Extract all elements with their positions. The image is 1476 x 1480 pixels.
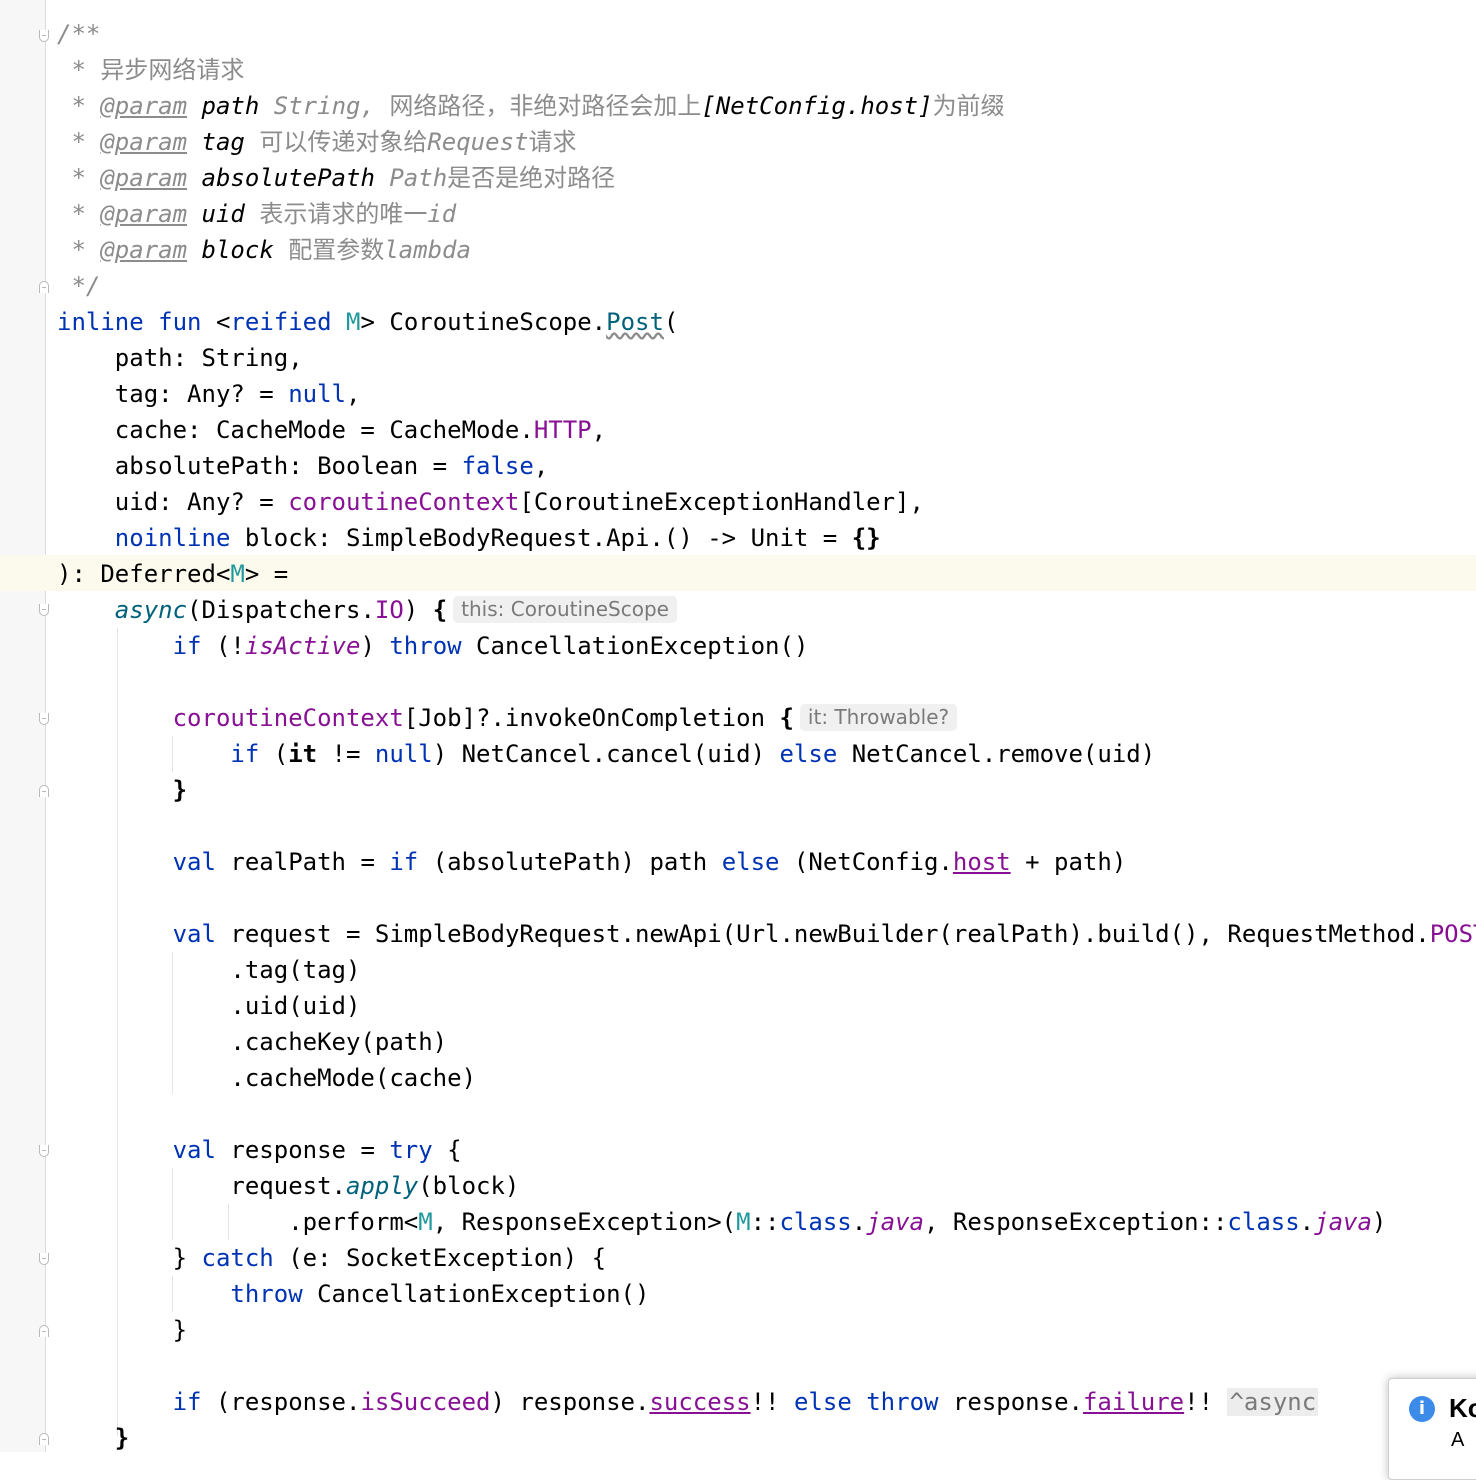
code-line-perform: .perform<M, ResponseException>(M::class.…: [57, 1208, 1387, 1236]
code-line-return-type: ): Deferred<M> =: [57, 560, 289, 588]
notification-popup[interactable]: i Ko A: [1388, 1378, 1476, 1480]
code-line-completion-close: }: [172, 776, 188, 804]
code-line-async: async(Dispatchers.IO) {this: CoroutineSc…: [57, 592, 677, 628]
code-line-param-absolute-path: absolutePath: Boolean = false,: [57, 452, 549, 480]
kdoc-param-uid: * @param uid 表示请求的唯一id: [57, 200, 457, 228]
code-line-signature: inline fun <reified M> CoroutineScope.Po…: [57, 308, 679, 336]
notification-subtitle: A: [1451, 1429, 1465, 1451]
code-line-async-close: }: [114, 1424, 130, 1452]
code-line-param-path: path: String,: [57, 344, 303, 372]
code-line-apply-block: request.apply(block): [57, 1172, 520, 1200]
code-line-throw-cancellation: throw CancellationException(): [230, 1280, 650, 1308]
code-line-response-try: val response = try {: [172, 1136, 462, 1164]
code-editor[interactable]: /** * 异步网络请求 * @param path String, 网络路径，…: [0, 0, 1476, 1452]
code-line-catch-close: }: [57, 1316, 188, 1344]
inlay-hint-receiver: this: CoroutineScope: [453, 596, 677, 623]
code-line-param-uid: uid: Any? = coroutineContext[CoroutineEx…: [57, 488, 924, 516]
kdoc-summary: * 异步网络请求: [57, 56, 245, 84]
kdoc-param-block: * @param block 配置参数lambda: [57, 236, 471, 264]
code-line-result: if (response.isSucceed) response.success…: [172, 1388, 1319, 1416]
kdoc-open: /**: [57, 20, 101, 48]
kdoc-param-absolute-path: * @param absolutePath Path是否是绝对路径: [57, 164, 616, 192]
code-line-param-cache: cache: CacheMode = CacheMode.HTTP,: [57, 416, 607, 444]
code-line-uid-call: .uid(uid): [57, 992, 361, 1020]
inlay-hint-async-label: ^async: [1227, 1388, 1319, 1416]
kdoc-param-path: * @param path String, 网络路径，非绝对路径会加上[NetC…: [57, 92, 1005, 120]
info-icon: i: [1409, 1396, 1435, 1422]
inlay-hint-it: it: Throwable?: [799, 704, 958, 731]
code-line-cache-mode-call: .cacheMode(cache): [57, 1064, 477, 1092]
code-line-tag-call: .tag(tag): [57, 956, 361, 984]
kdoc-param-tag: * @param tag 可以传递对象给Request请求: [57, 128, 577, 156]
kdoc-close: */: [71, 272, 101, 300]
notification-title: Ko: [1449, 1393, 1476, 1423]
code-line-invoke-on-completion: coroutineContext[Job]?.invokeOnCompletio…: [57, 700, 958, 736]
code-line-is-active: if (!isActive) throw CancellationExcepti…: [172, 632, 809, 660]
code-line-cache-key-call: .cacheKey(path): [57, 1028, 448, 1056]
code-line-param-tag: tag: Any? = null,: [57, 380, 361, 408]
code-line-request: val request = SimpleBodyRequest.newApi(U…: [172, 920, 1476, 948]
code-line-param-block: noinline block: SimpleBodyRequest.Api.()…: [114, 524, 881, 552]
code-line-catch: } catch (e: SocketException) {: [57, 1244, 607, 1272]
code-line-cancel: if (it != null) NetCancel.cancel(uid) el…: [230, 740, 1156, 768]
code-line-real-path: val realPath = if (absolutePath) path el…: [172, 848, 1127, 876]
